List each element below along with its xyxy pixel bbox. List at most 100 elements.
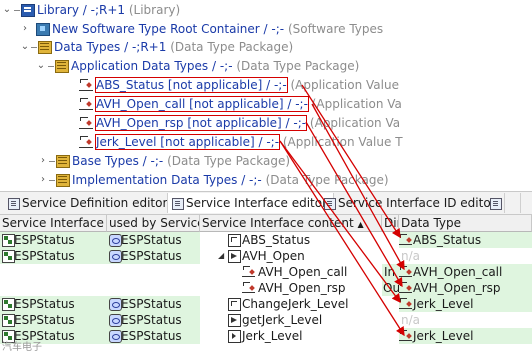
tree-connector: [14, 1, 20, 19]
column-header-service-interface[interactable]: Service Interface: [0, 215, 107, 232]
cell-data-type[interactable]: Jerk_Level: [399, 296, 532, 312]
tree-item-data-types[interactable]: ⌄ Data Types / -;R+1 (Data Type Package): [0, 38, 532, 56]
package-icon: [56, 174, 70, 187]
watermark: 汽车电子: [2, 342, 42, 353]
cell-content[interactable]: AVH_Open_call: [242, 264, 382, 280]
cell-text: getJerk_Level: [242, 313, 323, 327]
item-name: AVH_Open_call [not applicable] / -;-: [95, 96, 309, 112]
cell-text: ABS_Status: [413, 233, 482, 247]
base-types-kind: (Data Type Package): [167, 154, 291, 168]
text-fade: [492, 95, 532, 113]
column-header-content[interactable]: Service Interface content ▲: [200, 215, 382, 232]
tab-label: Service Interface editor: [186, 196, 328, 210]
tree-item-avh-open-rsp[interactable]: AVH_Open_rsp [not applicable] / -;- (App…: [0, 114, 532, 132]
cell-text: AVH_Open_call: [258, 265, 348, 279]
expand-icon[interactable]: ›: [20, 20, 30, 38]
collapse-triangle-icon[interactable]: ◢: [218, 251, 224, 260]
impl-types-kind: (Data Type Package): [265, 173, 389, 187]
expand-icon[interactable]: ›: [38, 171, 48, 189]
column-header-used-by-service[interactable]: used by Service: [107, 215, 200, 232]
package-icon: [56, 155, 70, 168]
cell-text: ESPStatus: [121, 233, 182, 247]
item-name: AVH_Open_rsp [not applicable] / -;-: [94, 115, 308, 131]
event-icon: [228, 330, 241, 343]
cell-text: ESPStatus: [121, 329, 182, 343]
cell-service-interface[interactable]: ESPStatus: [0, 232, 107, 248]
tree-item-library[interactable]: ⌄ Library / -;R+1 (Library): [0, 1, 532, 19]
cell-content[interactable]: ChangeJerk_Level: [228, 296, 382, 312]
cell-content[interactable]: getJerk_Level: [228, 312, 382, 328]
item-name: ABS_Status [not applicable] / -;-: [95, 77, 288, 93]
tree-item-avh-open-call[interactable]: AVH_Open_call [not applicable] / -;- (Ap…: [0, 95, 532, 113]
package-icon: [38, 41, 52, 54]
cell-used-by-service[interactable]: ESPStatus: [107, 248, 200, 264]
cell-used-by-service[interactable]: ESPStatus: [107, 232, 200, 248]
tab-service-interface-editor[interactable]: Service Interface editor: [167, 193, 335, 213]
cell-dir[interactable]: In: [382, 264, 399, 280]
cell-service-interface[interactable]: ESPStatus: [0, 296, 107, 312]
cell-dir[interactable]: Out: [382, 280, 399, 296]
element-icon: [228, 298, 241, 311]
column-header-dir[interactable]: Dir: [382, 215, 399, 232]
editor-icon: [490, 198, 502, 210]
cell-service-interface[interactable]: ESPStatus: [0, 312, 107, 328]
cell-data-type[interactable]: ABS_Status: [399, 232, 532, 248]
expand-icon[interactable]: ›: [38, 152, 48, 170]
tree-item-jerk-level[interactable]: Jerk_Level [not applicable] / -;- (Appli…: [0, 133, 532, 151]
tree-item-root-container[interactable]: › New Software Type Root Container / -;-…: [0, 20, 532, 38]
cell-content[interactable]: AVH_Open: [228, 248, 382, 264]
cell-text: Jerk_Level: [242, 329, 303, 343]
project-tree: ⌄ Library / -;R+1 (Library) › New Softwa…: [0, 0, 532, 190]
editor-icon: [172, 198, 184, 210]
cell-data-type[interactable]: n/a: [399, 312, 532, 328]
element-icon: [228, 234, 241, 247]
tree-item-application-data-types[interactable]: ⌄ Application Data Types / -;- (Data Typ…: [0, 57, 532, 75]
tab-overflow[interactable]: [486, 193, 521, 213]
tree-connector: [49, 152, 55, 170]
tree-item-implementation-data-types[interactable]: › Implementation Data Types / -;- (Data …: [0, 171, 532, 189]
container-icon: [36, 23, 50, 36]
tab-label: Service Definition editor: [22, 196, 168, 210]
cell-content[interactable]: AVH_Open_rsp: [242, 280, 382, 296]
tree-item-label: Base Types / -;- (Data Type Package): [72, 152, 290, 170]
library-name: Library / -;R+1: [37, 3, 126, 17]
column-header-data-type[interactable]: Data Type: [399, 215, 532, 232]
tree-item-abs-status[interactable]: ABS_Status [not applicable] / -;- (Appli…: [0, 76, 532, 94]
container-name: New Software Type Root Container / -;-: [52, 22, 285, 36]
cell-text: ESPStatus: [121, 313, 182, 327]
tree-item-label: Implementation Data Types / -;- (Data Ty…: [72, 171, 389, 189]
collapse-icon[interactable]: ⌄: [36, 57, 46, 75]
tree-item-label: ABS_Status [not applicable] / -;- (Appli…: [95, 76, 399, 94]
cell-used-by-service[interactable]: ESPStatus: [107, 296, 200, 312]
cell-text: ESPStatus: [14, 233, 75, 247]
cell-data-type[interactable]: AVH_Open_call: [399, 264, 532, 280]
base-types-name: Base Types / -;-: [72, 154, 164, 168]
data-type-icon: [399, 298, 412, 309]
application-data-type-icon: [79, 135, 93, 148]
tree-connector: [49, 171, 55, 189]
cell-data-type[interactable]: n/a: [399, 248, 532, 264]
tab-label: Service Interface ID editor: [338, 196, 496, 210]
tab-service-interface-id-editor[interactable]: Service Interface ID editor: [320, 193, 505, 213]
data-type-icon: [399, 330, 412, 341]
cell-content[interactable]: Jerk_Level: [228, 328, 382, 344]
cell-data-type[interactable]: AVH_Open_rsp: [399, 280, 532, 296]
collapse-icon[interactable]: ⌄: [20, 38, 30, 56]
tree-item-label: Application Data Types / -;- (Data Type …: [71, 57, 359, 75]
data-type-icon: [399, 282, 412, 293]
cell-used-by-service[interactable]: ESPStatus: [107, 328, 200, 344]
cell-data-type[interactable]: Jerk_Level: [399, 328, 532, 344]
cell-used-by-service[interactable]: ESPStatus: [107, 312, 200, 328]
cell-service-interface[interactable]: ESPStatus: [0, 248, 107, 264]
header-text: Dir: [384, 216, 398, 230]
data-type-icon: [399, 234, 412, 245]
header-text: Service Interface content: [202, 216, 354, 230]
tree-item-label: AVH_Open_rsp [not applicable] / -;- (App…: [94, 114, 401, 132]
item-kind: (Application Va: [309, 116, 401, 130]
collapse-icon[interactable]: ⌄: [2, 1, 12, 19]
cell-content[interactable]: ABS_Status: [228, 232, 382, 248]
tree-item-label: AVH_Open_call [not applicable] / -;- (Ap…: [95, 95, 402, 113]
tab-service-definition-editor[interactable]: Service Definition editor: [4, 193, 175, 213]
library-icon: [21, 4, 35, 17]
tree-item-base-types[interactable]: › Base Types / -;- (Data Type Package): [0, 152, 532, 170]
